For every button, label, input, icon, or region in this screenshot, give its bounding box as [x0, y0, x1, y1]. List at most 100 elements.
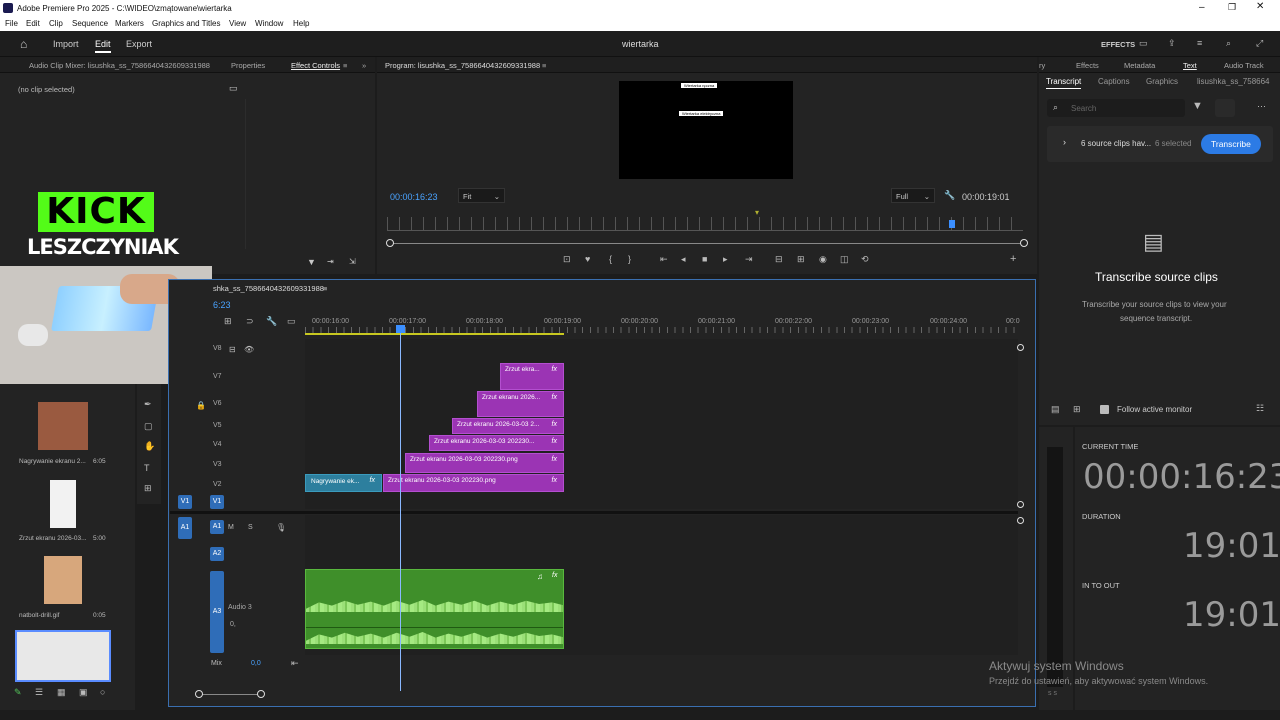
step-forward-icon[interactable]: ▸	[723, 255, 728, 264]
subtab-graphics[interactable]: Graphics	[1146, 77, 1178, 86]
tab-metadata[interactable]: Metadata	[1124, 61, 1155, 70]
fx-badge[interactable]: fx	[552, 477, 557, 484]
sequence-menu-icon[interactable]: ≡	[323, 284, 327, 293]
minimize-icon[interactable]: –	[1199, 2, 1205, 13]
list-view-icon[interactable]: ☰	[35, 688, 43, 697]
source-clips-row[interactable]: › 6 source clips hav... 6 selected Trans…	[1047, 126, 1273, 162]
filter-icon[interactable]: ▼	[1192, 101, 1203, 112]
comparison-icon[interactable]: ◫	[840, 255, 849, 264]
extract-icon[interactable]: ⊞	[797, 255, 805, 264]
go-to-out-icon[interactable]: ⇥	[745, 255, 753, 264]
caption-icon[interactable]	[1215, 99, 1235, 117]
tab-text[interactable]: Text	[1183, 61, 1197, 70]
mix-value[interactable]: 0,0	[251, 660, 261, 667]
h-scroll-left[interactable]	[195, 690, 203, 698]
subtab-sequence[interactable]: lisushka_ss_758664	[1197, 77, 1273, 86]
project-thumb-1[interactable]	[38, 402, 88, 450]
clip-v2-recording[interactable]: Nagrywanie ek... fx	[305, 474, 382, 492]
clip-v6[interactable]: Zrzut ekranu 2026... fx	[477, 391, 564, 417]
tab-effect-controls[interactable]: Effect Controls	[291, 61, 340, 70]
program-playhead[interactable]	[949, 220, 955, 228]
track-v3[interactable]: V3	[213, 461, 222, 468]
quality-dropdown[interactable]: Full ⌄	[891, 188, 935, 203]
eye-icon[interactable]: 👁	[244, 345, 254, 354]
search-input[interactable]: ⌕ Search	[1047, 99, 1185, 117]
nest-icon[interactable]: ⊞	[224, 317, 232, 326]
menu-file[interactable]: File	[5, 19, 18, 28]
snap-icon[interactable]: ⊃	[246, 317, 254, 326]
menu-view[interactable]: View	[229, 19, 246, 28]
tab-cut[interactable]: ry	[1039, 61, 1045, 70]
mix-skip-icon[interactable]: ⇤	[291, 659, 299, 668]
program-ruler[interactable]	[387, 217, 1023, 231]
sequence-tab[interactable]: shka_ss_7586640432609331988	[213, 284, 324, 293]
menu-sequence[interactable]: Sequence	[72, 19, 108, 28]
track-v5[interactable]: V5	[213, 422, 222, 429]
fx-badge[interactable]: fx	[552, 394, 557, 401]
mark-in-icon[interactable]: {	[609, 255, 612, 264]
project-thumb-2[interactable]	[50, 480, 76, 528]
transcribe-button[interactable]: Transcribe	[1201, 134, 1261, 154]
menu-help[interactable]: Help	[293, 19, 309, 28]
clip-v7[interactable]: Zrzut ekra... fx	[500, 363, 564, 390]
subtab-captions[interactable]: Captions	[1098, 77, 1130, 86]
maximize-icon[interactable]: ❐	[1228, 2, 1236, 13]
import-tab[interactable]: Import	[53, 39, 79, 49]
stop-icon[interactable]: ■	[702, 255, 707, 264]
audio-icon[interactable]: ⇲	[349, 257, 356, 266]
playhead-handle[interactable]	[396, 325, 405, 333]
zoom-handle-left[interactable]	[386, 239, 394, 247]
mic-icon[interactable]: 🎙	[276, 523, 286, 532]
track-v4[interactable]: V4	[213, 441, 222, 448]
camera-icon[interactable]: ◉	[819, 255, 827, 264]
menu-clip[interactable]: Clip	[49, 19, 63, 28]
insert-icon[interactable]: ⊡	[563, 255, 571, 264]
menu-markers[interactable]: Markers	[115, 19, 144, 28]
timeline-timecode[interactable]: 6:23	[213, 300, 231, 310]
home-icon[interactable]: ⌂	[20, 37, 27, 51]
toggle-view-icon[interactable]: ▭	[229, 83, 238, 94]
clip-v2[interactable]: Zrzut ekranu 2026-03-03 202230.png fx	[383, 474, 564, 492]
pencil-icon[interactable]: ✎	[14, 688, 22, 697]
wrench-icon[interactable]: 🔧	[266, 317, 277, 326]
tab-audio-track[interactable]: Audio Track	[1224, 61, 1264, 70]
sync-icon[interactable]: ⊟	[229, 345, 236, 354]
track-v2[interactable]: V2	[213, 481, 222, 488]
track-v6[interactable]: V6	[213, 400, 222, 407]
track-v1[interactable]: V1	[210, 495, 224, 509]
zoom-slider-icon[interactable]: ○	[100, 688, 105, 697]
freeform-icon[interactable]: ▣	[79, 688, 88, 697]
playhead-time[interactable]: 00:00:16:23	[390, 192, 438, 202]
fx-badge[interactable]: fx	[552, 456, 557, 463]
menu-graphics[interactable]: Graphics and Titles	[152, 19, 220, 28]
lock-icon[interactable]: 🔒	[196, 401, 206, 410]
track-v8[interactable]: V8	[213, 345, 222, 352]
fx-badge[interactable]: fx	[370, 477, 375, 484]
solo-icon[interactable]: S	[248, 523, 253, 532]
filter-icon[interactable]: ▼	[307, 257, 316, 267]
split-icon[interactable]: ⊞	[1073, 405, 1081, 414]
wrench-icon[interactable]: 🔧	[944, 191, 955, 200]
search-icon[interactable]: ⌕	[1226, 39, 1231, 48]
hand-tool-icon[interactable]: ✋	[144, 442, 155, 451]
mute-icon[interactable]: M	[228, 523, 234, 532]
clip-v3[interactable]: Zrzut ekranu 2026-03-03 202230.png fx	[405, 453, 564, 473]
menu-edit[interactable]: Edit	[26, 19, 40, 28]
zoom-handle-right[interactable]	[1020, 239, 1028, 247]
v-scroll-top[interactable]	[1017, 344, 1024, 351]
track-divider[interactable]	[170, 511, 1018, 514]
close-icon[interactable]: ✕	[1256, 1, 1264, 12]
v-scroll-bottom[interactable]	[1017, 501, 1024, 508]
tab-audio-clip-mixer[interactable]: Audio Clip Mixer: lisushka_ss_7586640432…	[29, 61, 210, 70]
more-options-icon[interactable]: ⋯	[1257, 102, 1266, 111]
tab-properties[interactable]: Properties	[231, 61, 265, 70]
track-v7[interactable]: V7	[213, 373, 222, 380]
share-icon[interactable]: ⇪	[1168, 39, 1176, 48]
menu-window[interactable]: Window	[255, 19, 283, 28]
effects-label[interactable]: EFFECTS	[1101, 40, 1135, 49]
track-a1[interactable]: A1	[210, 520, 224, 534]
subtab-transcript[interactable]: Transcript	[1046, 77, 1082, 89]
icon-view-icon[interactable]: ▦	[57, 688, 66, 697]
track-a3[interactable]: A3	[210, 571, 224, 653]
zoom-bar[interactable]	[390, 243, 1024, 244]
